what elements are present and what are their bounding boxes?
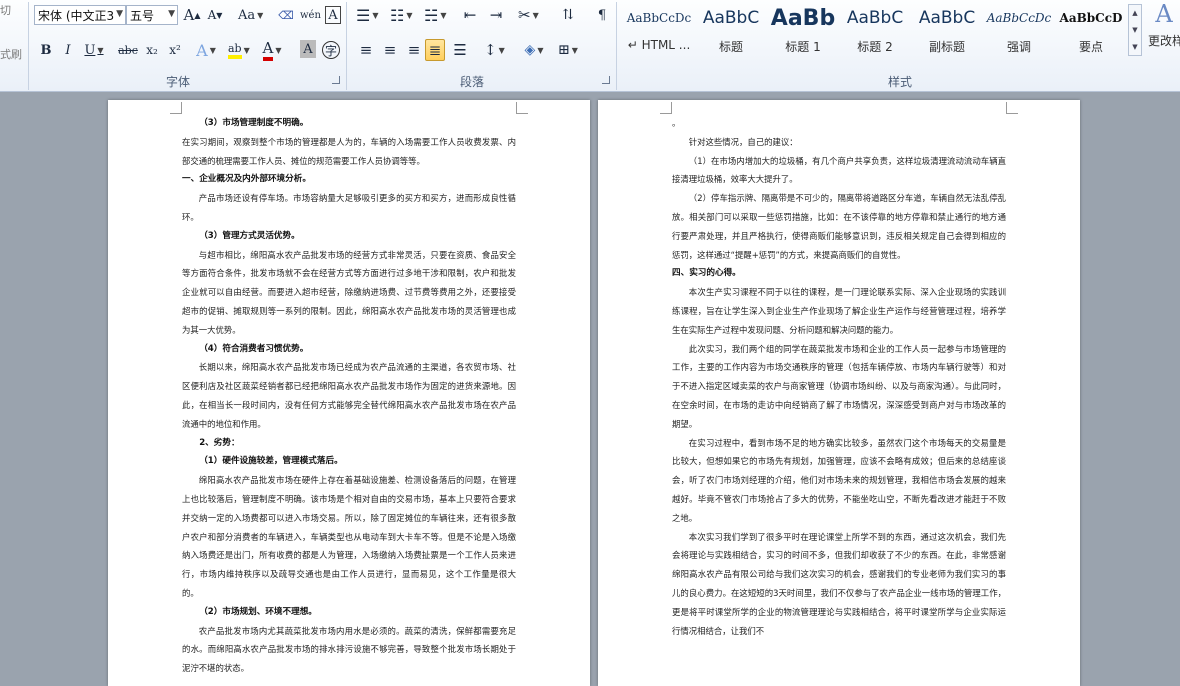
ribbon: 切 式刷 宋体 (中文正3 ▼ 五号 ▼ A ▲ A ▼ Aa ▼ ⌫ wén A B I…: [0, 0, 1180, 92]
group-separator: [28, 2, 29, 90]
shrink-font-button[interactable]: A ▼: [205, 4, 225, 26]
group-separator: [616, 2, 617, 90]
superscript-button[interactable]: x²: [165, 39, 185, 61]
char-shading-button[interactable]: A: [300, 40, 316, 58]
change-case-button[interactable]: Aa ▼: [238, 4, 263, 26]
section-heading: （4）符合消费者习惯优势。: [199, 343, 309, 354]
body-paragraph: （1）在市场内增加大的垃圾桶，有几个商户共享负责，这样垃圾清理流动流动车辆直接清…: [672, 155, 1006, 185]
styles-group-label: 样式: [888, 75, 913, 89]
page-corner-mark: [516, 102, 528, 114]
paragraph-group-label: 段落: [460, 75, 485, 89]
body-paragraph: 长期以来，绵阳高水农产品批发市场已经成为农产品流通的主渠道，各农贸市场、社区便利…: [182, 362, 516, 429]
style-emphasis[interactable]: AaBbCcDc 强调: [984, 4, 1054, 58]
format-painter-button[interactable]: 式刷: [0, 46, 22, 62]
decrease-indent-icon[interactable]: ⇤: [460, 4, 480, 26]
section-heading: 2、劣势：: [199, 437, 240, 448]
char-border-button[interactable]: A: [325, 6, 341, 24]
section-heading: （3）管理方式灵活优势。: [199, 230, 300, 241]
body-paragraph: 本次生产实习课程不同于以往的课程，是一门理论联系实际、深入企业现场的实践训练课程…: [672, 287, 1006, 335]
styles-scroll[interactable]: ▲ ▼ ▼: [1128, 4, 1142, 56]
bold-button[interactable]: B: [36, 39, 56, 61]
align-left-icon[interactable]: ≡: [356, 39, 376, 61]
body-paragraph: 此次实习，我们两个组的同学在蔬菜批发市场和企业的工作人员一起参与市场管理的工作，…: [672, 343, 1006, 429]
italic-button[interactable]: I: [58, 39, 78, 61]
group-separator: [346, 2, 347, 90]
body-paragraph: （2）停车指示牌、隔离带是不可少的，隔离带将道路区分车道，车辆自然无法乱停乱放。…: [672, 193, 1006, 260]
align-right-icon[interactable]: ≡: [404, 39, 424, 61]
justify-icon[interactable]: ≣: [425, 39, 445, 61]
section-heading: （1）硬件设施较差，管理模式落后。: [199, 456, 343, 467]
document-page-1[interactable]: （3）市场管理制度不明确。在实习期间，观察到整个市场的管理都是人为的，车辆的入场…: [108, 100, 590, 686]
borders-icon[interactable]: ⊞ ▼: [558, 39, 578, 61]
paragraph-dialog-launcher[interactable]: [602, 76, 610, 84]
section-heading: 四、实习的心得。: [672, 268, 741, 279]
body-paragraph: 与超市相比，绵阳高水农产品批发市场的经营方式非常灵活，只要在资质、食品安全等方面…: [182, 249, 516, 335]
body-paragraph: 在实习期间，观察到整个市场的管理都是人为的，车辆的入场需要工作人员收费发票、内部…: [182, 136, 516, 166]
body-paragraph: 针对这些情况，自己的建议：: [688, 136, 798, 147]
numbering-icon[interactable]: ☷ ▼: [390, 4, 413, 26]
phonetic-guide-button[interactable]: wén: [300, 4, 321, 26]
strikethrough-button[interactable]: abc: [118, 39, 138, 61]
distributed-icon[interactable]: ☰: [450, 39, 470, 61]
increase-indent-icon[interactable]: ⇥: [486, 4, 506, 26]
clear-format-icon[interactable]: ⌫: [276, 4, 296, 26]
sort-icon[interactable]: ⇅: [558, 4, 578, 26]
style-subtitle[interactable]: AaBbC 副标题: [912, 4, 982, 58]
body-paragraph: 农产品批发市场内尤其蔬菜批发市场内用水是必须的。蔬菜的清洗，保鲜都需要充足的水。…: [182, 625, 516, 674]
style-html[interactable]: AaBbCcDc ↵ HTML ...: [624, 4, 694, 58]
font-name-combo[interactable]: 宋体 (中文正3 ▼: [34, 5, 126, 25]
page-2-text: 。针对这些情况，自己的建议： （1）在市场内增加大的垃圾桶，有几个商户共享负责，这…: [672, 114, 1006, 640]
section-heading: （2）市场规划、环境不理想。: [199, 606, 317, 617]
font-group-label: 字体: [166, 75, 191, 89]
bullets-icon[interactable]: ☰ ▼: [356, 4, 379, 26]
shading-icon[interactable]: ◈ ▼: [524, 39, 544, 61]
style-heading-2[interactable]: AaBbC 标题 2: [840, 4, 910, 58]
section-heading: 一、企业概况及内外部环境分析。: [182, 174, 311, 185]
change-styles-icon: A: [1155, 0, 1173, 28]
style-heading-1[interactable]: AaBb 标题 1: [768, 4, 838, 58]
line-spacing-icon[interactable]: ↕ ▼: [484, 39, 505, 61]
font-size-combo[interactable]: 五号 ▼: [126, 5, 178, 25]
body-paragraph: 在实习过程中，看到市场不足的地方确实比较多，虽然农门这个市场每天的交易量是比较大…: [672, 437, 1006, 523]
show-marks-icon[interactable]: ¶: [592, 4, 612, 26]
grow-font-button[interactable]: A ▲: [182, 4, 202, 26]
enclose-char-button[interactable]: 字: [322, 41, 340, 59]
page-1-text: （3）市场管理制度不明确。在实习期间，观察到整个市场的管理都是人为的，车辆的入场…: [182, 114, 516, 678]
subscript-button[interactable]: x₂: [142, 39, 162, 61]
style-title[interactable]: AaBbC 标题: [696, 4, 766, 58]
change-styles-button[interactable]: A 更改样: [1148, 0, 1180, 60]
align-center-icon[interactable]: ≡: [380, 39, 400, 61]
page-corner-mark: [1006, 102, 1018, 114]
body-paragraph: 绵阳高水农产品批发市场在硬件上存在着基础设施差、检测设备落后的问题，在管理上也比…: [182, 475, 516, 598]
font-color-button[interactable]: A ▼: [262, 39, 282, 61]
page-corner-mark: [660, 102, 672, 114]
chinese-layout-icon[interactable]: ✂ ▼: [518, 4, 539, 26]
text-effects-button[interactable]: A ▼: [196, 39, 216, 61]
body-paragraph: 。: [672, 118, 681, 128]
multilevel-list-icon[interactable]: ☵ ▼: [424, 4, 447, 26]
section-heading: （3）市场管理制度不明确。: [199, 118, 309, 128]
cut-button[interactable]: 切: [0, 2, 11, 18]
style-strong[interactable]: AaBbCcD 要点: [1056, 4, 1126, 58]
font-dialog-launcher[interactable]: [332, 76, 340, 84]
body-paragraph: 本次实习我们学到了很多平时在理论课堂上所学不到的东西，通过这次机会，我们先会将理…: [672, 531, 1006, 636]
document-page-2[interactable]: 。针对这些情况，自己的建议： （1）在市场内增加大的垃圾桶，有几个商户共享负责，这…: [598, 100, 1080, 686]
body-paragraph: 产品市场还设有停车场。市场容纳量大足够吸引更多的买方和买方，进而形成良性循环。: [182, 193, 516, 222]
highlight-button[interactable]: ab ▼: [228, 39, 250, 61]
underline-button[interactable]: U ▼: [84, 39, 104, 61]
page-corner-mark: [170, 102, 182, 114]
